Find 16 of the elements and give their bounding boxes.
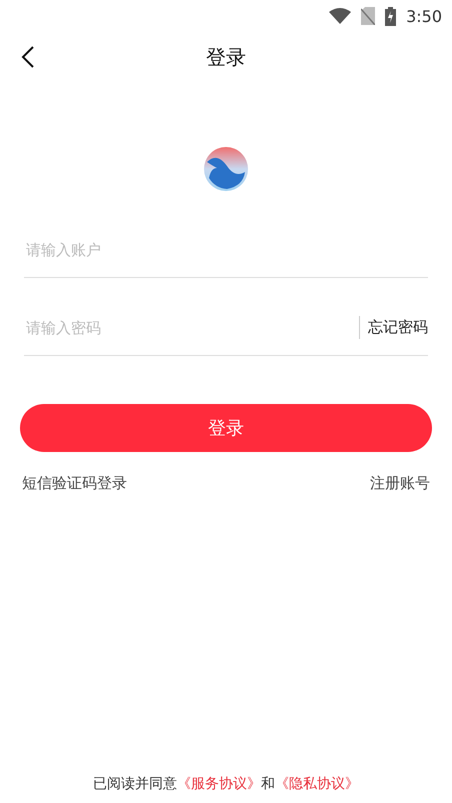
no-sim-icon [361,7,376,25]
link[interactable]: 注册账号 [370,474,430,493]
back-icon [21,45,35,69]
login-button[interactable]: 登录 [20,404,432,452]
wifi-icon [329,8,352,24]
page-title: 登录 [206,44,246,70]
forgot-password-link[interactable]: 忘记密码 [359,316,428,339]
account-field[interactable]: 请输入账户 [24,222,428,277]
logo-icon [203,146,249,192]
password-field[interactable]: 请输入密码 [24,300,359,355]
agreement-text: 已阅读并同意《服务协议》和《隐私协议》 [92,775,360,793]
privacy-agreement-link[interactable]: 《隐私协议》 [275,776,359,792]
service-agreement-link[interactable]: 《服务协议》 [177,776,261,792]
link[interactable]: 短信验证码登录 [22,474,127,493]
clock-time: 3:50 [406,6,442,26]
battery-icon [385,6,396,26]
